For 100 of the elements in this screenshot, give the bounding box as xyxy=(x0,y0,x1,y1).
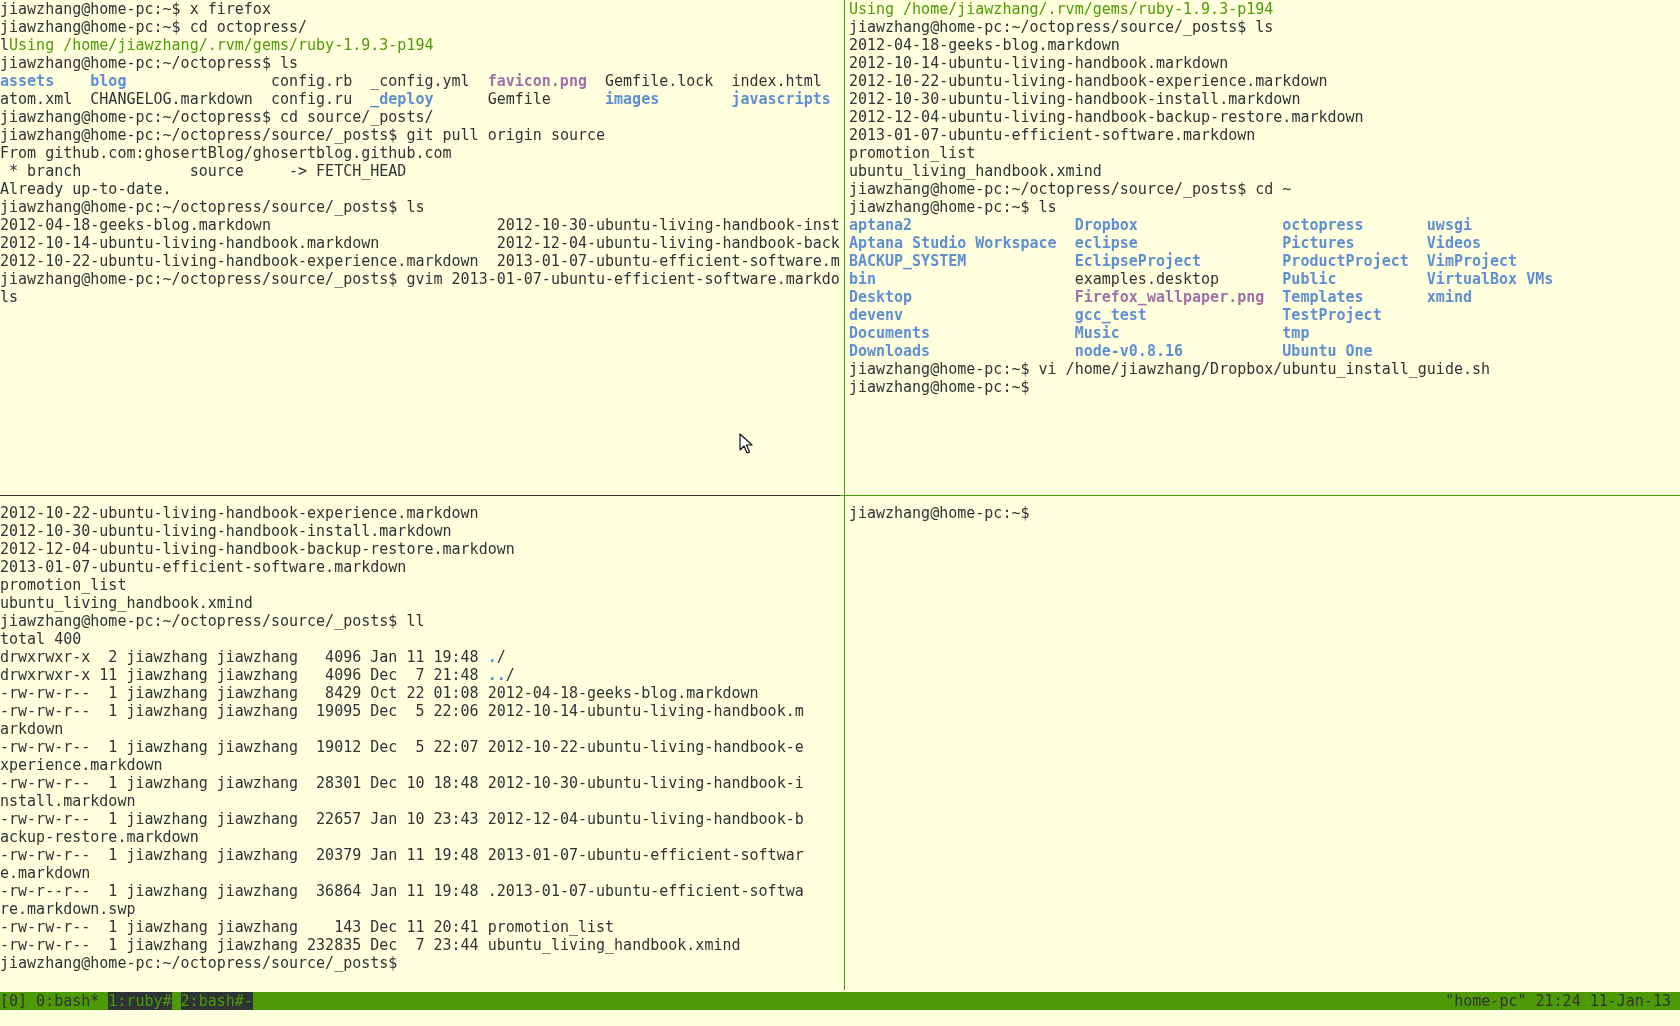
directory-name: _deploy xyxy=(370,90,434,108)
terminal-line: jiawzhang@home-pc:~/octopress$ ls xyxy=(0,54,298,72)
file-name: index.html xyxy=(731,72,822,90)
directory-name: .. xyxy=(487,666,506,684)
file-name: 2012-10-30-ubuntu-living-handbook-inst xyxy=(496,216,840,234)
file-name: _config.yml xyxy=(370,72,470,90)
directory-name: aptana2 xyxy=(848,216,913,234)
directory-name: node-v0.8.16 xyxy=(1074,342,1183,360)
terminal-line: -rw-rw-r-- 1 jiawzhang jiawzhang 20379 Jan 11 19:48 2013-01-07-ubuntu-efficient-softwar xyxy=(0,846,804,864)
terminal-line: 2012-10-30-ubuntu-living-handbook-install.markdown xyxy=(848,90,1301,108)
directory-name: assets xyxy=(0,72,55,90)
terminal-line: jiawzhang@home-pc:~$ xyxy=(848,378,1030,396)
terminal-line: jiawzhang@home-pc:~$ cd octopress/ xyxy=(0,18,308,36)
terminal-line: drwxrwxr-x 2 jiawzhang jiawzhang 4096 Jan 11 19:48 xyxy=(0,648,480,666)
terminal-line: jiawzhang@home-pc:~$ vi /home/jiawzhang/Dropbox/ubuntu_install_guide.sh xyxy=(848,360,1491,378)
terminal-line: re.markdown.swp xyxy=(0,900,136,918)
terminal-line: ubuntu_living_handbook.xmind xyxy=(848,162,1102,180)
directory-name: Public xyxy=(1282,270,1337,288)
terminal-line: jiawzhang@home-pc:~/octopress/source/_posts$ ls xyxy=(848,18,1274,36)
directory-name: Documents xyxy=(848,324,931,342)
directory-name: Ubuntu One xyxy=(1282,342,1373,360)
file-name: config.ru xyxy=(270,90,353,108)
directory-name: eclipse xyxy=(1074,234,1138,252)
directory-name: octopress xyxy=(1282,216,1364,234)
directory-name: . xyxy=(487,648,497,666)
terminal-line: 2012-12-04-ubuntu-living-handbook-backup-restore.markdown xyxy=(0,540,515,558)
terminal-line: -rw-rw-r-- 1 jiawzhang jiawzhang 19012 Dec 5 22:07 2012-10-22-ubuntu-living-handbook-e xyxy=(0,738,804,756)
rvm-message: Using /home/jiawzhang/.rvm/gems/ruby-1.9.3-p194 xyxy=(848,0,1274,18)
directory-name: bin xyxy=(848,270,876,288)
terminal-line: ackup-restore.markdown xyxy=(0,828,199,846)
directory-name: Videos xyxy=(1426,234,1481,252)
file-name: 2012-10-14-ubuntu-living-handbook.markdown xyxy=(0,234,380,252)
terminal-line: 2012-10-30-ubuntu-living-handbook-install.markdown xyxy=(0,522,452,540)
terminal-line: jiawzhang@home-pc:~/octopress$ cd source/_posts/ xyxy=(0,108,434,126)
terminal-line: drwxrwxr-x 11 jiawzhang jiawzhang 4096 Dec 7 21:48 xyxy=(0,666,480,684)
directory-name: tmp xyxy=(1282,324,1310,342)
terminal-line: Already up-to-date. xyxy=(0,180,172,198)
terminal-line: 2013-01-07-ubuntu-efficient-software.markdown xyxy=(848,126,1256,144)
terminal-line: / xyxy=(505,666,515,684)
directory-name: blog xyxy=(90,72,127,90)
terminal-line: * branch source -> FETCH_HEAD xyxy=(8,162,407,180)
terminal-line: ls xyxy=(0,288,19,306)
terminal-line: -rw-r--r-- 1 jiawzhang jiawzhang 36864 Jan 11 19:48 .2013-01-07-ubuntu-efficient-softwa xyxy=(0,882,804,900)
mouse-pointer-icon xyxy=(739,433,753,455)
terminal-line: l xyxy=(0,36,10,54)
directory-name: VimProject xyxy=(1426,252,1518,270)
directory-name: Templates xyxy=(1282,288,1364,306)
file-name: 2012-04-18-geeks-blog.markdown xyxy=(0,216,271,234)
terminal-line: 2012-04-18-geeks-blog.markdown xyxy=(848,36,1120,54)
terminal-line: jiawzhang@home-pc:~/octopress/source/_posts$ gvim 2013-01-07-ubuntu-efficient-software.markdo xyxy=(0,270,840,288)
directory-name: images xyxy=(605,90,660,108)
terminal-line: -rw-rw-r-- 1 jiawzhang jiawzhang 22657 Jan 10 23:43 2012-12-04-ubuntu-living-handbook-b xyxy=(0,810,804,828)
terminal-line: / xyxy=(496,648,506,666)
terminal-line: nstall.markdown xyxy=(0,792,136,810)
terminal-line: jiawzhang@home-pc:~$ ls xyxy=(848,198,1057,216)
file-name: examples.desktop xyxy=(1074,270,1220,288)
terminal-line: xperience.markdown xyxy=(0,756,163,774)
directory-name: xmind xyxy=(1426,288,1472,306)
terminal-line: jiawzhang@home-pc:~/octopress/source/_posts$ cd ~ xyxy=(848,180,1292,198)
directory-name: gcc_test xyxy=(1074,306,1147,324)
file-name: config.rb xyxy=(270,72,353,90)
file-name: Gemfile xyxy=(487,90,551,108)
terminal-line: jiawzhang@home-pc:~/octopress/source/_posts$ xyxy=(0,954,398,972)
terminal-line: From github.com:ghosertBlog/ghosertblog.github.com xyxy=(0,144,452,162)
directory-name: Pictures xyxy=(1282,234,1355,252)
window-tab[interactable]: 2:bash#- xyxy=(180,992,253,1010)
directory-name: TestProject xyxy=(1282,306,1382,324)
directory-name: Music xyxy=(1074,324,1120,342)
terminal-line: 2013-01-07-ubuntu-efficient-software.markdown xyxy=(0,558,407,576)
terminal-line: jiawzhang@home-pc:~/octopress/source/_posts$ git pull origin source xyxy=(0,126,606,144)
directory-name: Dropbox xyxy=(1074,216,1138,234)
directory-name: BACKUP_SYSTEM xyxy=(848,252,967,270)
host-clock-text: "home-pc" 21:24 11-Jan-13 xyxy=(1445,992,1671,1010)
directory-name: devenv xyxy=(848,306,904,324)
terminal-line: jiawzhang@home-pc:~/octopress/source/_posts$ ll xyxy=(0,612,425,630)
directory-name: Aptana Studio Workspace xyxy=(848,234,1057,252)
file-name: 2012-10-22-ubuntu-living-handbook-experience.markdown xyxy=(0,252,479,270)
terminal-line: -rw-rw-r-- 1 jiawzhang jiawzhang 28301 Dec 10 18:48 2012-10-30-ubuntu-living-handbook-i xyxy=(0,774,804,792)
terminal-line: total 400 xyxy=(0,630,82,648)
directory-name: Desktop xyxy=(848,288,913,306)
session-name: [0] xyxy=(0,992,28,1010)
file-name: Gemfile.lock xyxy=(605,72,714,90)
terminal-line: jiawzhang@home-pc:~/octopress/source/_posts$ ls xyxy=(0,198,425,216)
terminal-line: promotion_list xyxy=(0,576,127,594)
directory-name: VirtualBox VMs xyxy=(1426,270,1554,288)
window-tab[interactable]: 1:ruby# xyxy=(108,992,172,1010)
terminal-line: -rw-rw-r-- 1 jiawzhang jiawzhang 143 Dec 11 20:41 promotion_list xyxy=(0,918,615,936)
terminal-line: ubuntu_living_handbook.xmind xyxy=(0,594,253,612)
terminal-line: -rw-rw-r-- 1 jiawzhang jiawzhang 232835 Dec 7 23:44 ubuntu_living_handbook.xmind xyxy=(0,936,741,954)
window-tab[interactable]: 0:bash* xyxy=(36,992,100,1010)
directory-name: javascripts xyxy=(731,90,831,108)
image-file-name: Firefox_wallpaper.png xyxy=(1074,288,1265,306)
terminal-line: 2012-10-22-ubuntu-living-handbook-experience.markdown xyxy=(0,504,479,522)
file-name: 2012-12-04-ubuntu-living-handbook-back xyxy=(496,234,840,252)
terminal-line: 2012-10-22-ubuntu-living-handbook-experience.markdown xyxy=(848,72,1328,90)
terminal-line: promotion_list xyxy=(848,144,976,162)
file-name: CHANGELOG.markdown xyxy=(90,90,253,108)
terminal-line: 2012-12-04-ubuntu-living-handbook-backup-restore.markdown xyxy=(848,108,1364,126)
terminal-line: e.markdown xyxy=(0,864,91,882)
file-name: atom.xml xyxy=(0,90,73,108)
